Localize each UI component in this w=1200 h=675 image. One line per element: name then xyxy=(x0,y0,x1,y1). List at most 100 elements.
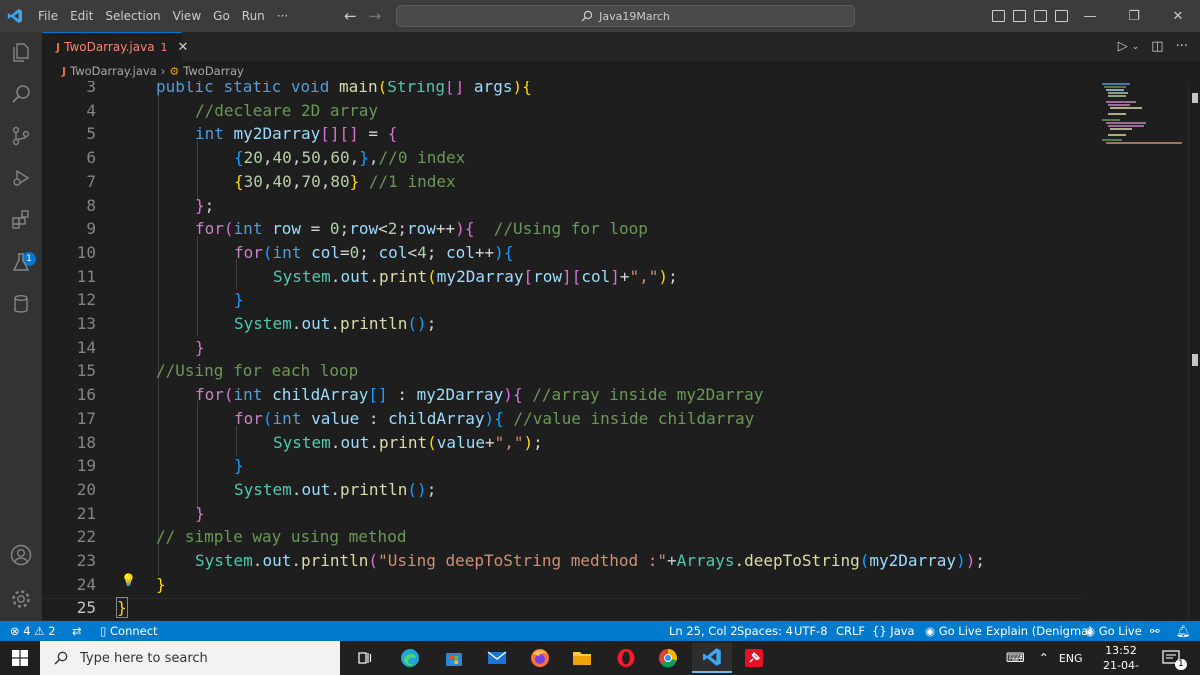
back-arrow-icon[interactable]: ← xyxy=(344,7,357,25)
action-center-icon[interactable]: 1 xyxy=(1162,641,1187,675)
pin-app-icon[interactable] xyxy=(734,643,774,673)
code-line: 11 System.out.print(my2Darray[row][col]+"… xyxy=(76,266,678,286)
more-actions-icon[interactable]: ··· xyxy=(1176,39,1188,54)
menu-bar: File Edit Selection View Go Run ··· xyxy=(32,0,294,32)
run-code-icon[interactable]: ▷ xyxy=(1118,39,1128,54)
menu-go[interactable]: Go xyxy=(207,0,236,32)
customize-layout-icon[interactable] xyxy=(1055,10,1068,22)
database-icon[interactable] xyxy=(0,284,42,324)
windows-taskbar: Type here to search ⌨ ⌃ ENG 13:52 21-04-… xyxy=(0,641,1200,675)
account-icon[interactable] xyxy=(0,535,42,575)
chevron-up-icon[interactable]: ⌃ xyxy=(1039,651,1049,665)
tab-twodarray-java[interactable]: J TwoDarray.java 1 ✕ xyxy=(42,32,188,61)
notification-count: 1 xyxy=(1175,659,1187,670)
go-live-button-2[interactable]: ◉ Go Live xyxy=(1085,621,1142,641)
menu-view[interactable]: View xyxy=(167,0,207,32)
go-live-button[interactable]: ◉ Go Live xyxy=(925,621,982,641)
menu-run[interactable]: Run xyxy=(236,0,271,32)
menu-edit[interactable]: Edit xyxy=(64,0,99,32)
code-line: 17 for(int value : childArray){ //value i… xyxy=(76,408,755,428)
vscode-taskbar-icon[interactable] xyxy=(692,643,732,673)
code-line: 18 System.out.print(value+","); xyxy=(76,432,543,452)
workspace-name: Java19March xyxy=(599,9,670,23)
code-line: 21} xyxy=(76,503,205,523)
close-window-button[interactable]: ✕ xyxy=(1156,0,1200,32)
broadcast-icon: ◉ xyxy=(925,624,936,638)
opera-icon[interactable] xyxy=(606,643,646,673)
chrome-icon[interactable] xyxy=(648,643,688,673)
search-placeholder: Type here to search xyxy=(80,650,208,666)
live-share-icon[interactable]: ⇄ xyxy=(72,621,82,641)
title-bar: File Edit Selection View Go Run ··· ← → … xyxy=(0,0,1200,32)
broadcast-icon: ◉ xyxy=(1085,624,1096,638)
explain-denigma[interactable]: Explain (Denigma) xyxy=(986,621,1093,641)
extensions-icon[interactable] xyxy=(0,200,42,240)
run-dropdown-icon[interactable]: ⌄ xyxy=(1132,42,1140,52)
source-control-icon[interactable] xyxy=(0,116,42,156)
problems-indicator[interactable]: ⊗ 4 ⚠ 2 xyxy=(10,621,56,641)
taskbar-search-input[interactable]: Type here to search xyxy=(40,641,340,675)
lightbulb-icon[interactable]: 💡 xyxy=(121,573,136,587)
status-bar: ⊗ 4 ⚠ 2 ⇄ ▯ Connect Ln 25, Col 2 Spaces:… xyxy=(0,621,1200,641)
minimap[interactable] xyxy=(1092,81,1188,621)
keyboard-icon[interactable]: ⌨ xyxy=(1006,651,1025,666)
minimize-button[interactable]: — xyxy=(1068,0,1112,32)
command-center-search[interactable]: Java19March xyxy=(396,5,855,27)
edge-browser-icon[interactable] xyxy=(390,643,430,673)
microsoft-store-icon[interactable] xyxy=(434,643,474,673)
warning-icon: ⚠ xyxy=(34,624,45,638)
menu-file[interactable]: File xyxy=(32,0,64,32)
forward-arrow-icon[interactable]: → xyxy=(369,7,382,25)
clock-time: 13:52 xyxy=(1105,644,1137,657)
class-symbol-icon: ⚙ xyxy=(169,64,180,78)
breadcrumb-symbol[interactable]: TwoDarray xyxy=(183,64,244,78)
run-debug-icon[interactable] xyxy=(0,158,42,198)
file-explorer-icon[interactable] xyxy=(562,643,602,673)
task-view-icon[interactable] xyxy=(345,643,385,673)
language-mode[interactable]: {} Java xyxy=(872,621,915,641)
explorer-icon[interactable] xyxy=(0,32,42,72)
windows-start-icon[interactable] xyxy=(0,641,40,675)
settings-gear-icon[interactable] xyxy=(0,579,42,619)
taskbar-clock[interactable]: 13:52 21-04-2023 xyxy=(1090,643,1152,675)
code-line: 10 for(int col=0; col<4; col++){ xyxy=(76,242,514,262)
java-file-icon: J xyxy=(56,40,61,54)
error-count: 4 xyxy=(23,624,31,638)
vertical-scrollbar[interactable] xyxy=(1188,81,1200,621)
chevron-right-icon: › xyxy=(160,64,166,78)
indentation[interactable]: Spaces: 4 xyxy=(737,621,793,641)
end-of-line[interactable]: CRLF xyxy=(836,621,865,641)
breadcrumb-file[interactable]: TwoDarray.java xyxy=(70,64,157,78)
toggle-panel-icon[interactable] xyxy=(1013,10,1026,22)
scrollbar-thumb[interactable] xyxy=(1192,93,1198,103)
code-line: 25} xyxy=(76,597,128,619)
tab-close-icon[interactable]: ✕ xyxy=(178,40,189,55)
code-line: 9 for(int row = 0;row<2;row++){ //Using f… xyxy=(86,219,648,239)
notifications-bell-icon[interactable]: 🔔︎ xyxy=(1176,621,1191,641)
code-line: 12} xyxy=(76,290,244,310)
search-view-icon[interactable] xyxy=(0,74,42,114)
cursor-position[interactable]: Ln 25, Col 2 xyxy=(669,621,738,641)
menu-selection[interactable]: Selection xyxy=(99,0,166,32)
split-editor-icon[interactable]: ◫ xyxy=(1151,39,1163,54)
code-line: 13 System.out.println(); xyxy=(76,314,437,333)
search-icon xyxy=(54,651,68,665)
firefox-icon[interactable] xyxy=(520,643,560,673)
code-editor[interactable]: 3 public static void main(String[] args){… xyxy=(42,81,1082,621)
tab-label: TwoDarray.java xyxy=(64,40,155,54)
code-line: 22// simple way using method xyxy=(76,527,407,547)
mail-icon[interactable] xyxy=(477,643,517,673)
connect-button[interactable]: ▯ Connect xyxy=(100,621,158,641)
toggle-secondary-sidebar-icon[interactable] xyxy=(1034,10,1047,22)
code-line: 14} xyxy=(76,337,205,357)
menu-more[interactable]: ··· xyxy=(271,0,294,32)
code-line: 16 for(int childArray[] : my2Darray){ //a… xyxy=(76,385,764,405)
restore-button[interactable]: ❐ xyxy=(1112,0,1156,32)
testing-flask-icon[interactable] xyxy=(0,242,42,282)
problems-count: 1 xyxy=(160,40,168,54)
accounts-icon[interactable]: ⚯ xyxy=(1150,621,1160,641)
toggle-primary-sidebar-icon[interactable] xyxy=(992,10,1005,22)
input-language[interactable]: ENG xyxy=(1059,652,1083,665)
error-icon: ⊗ xyxy=(10,624,20,638)
encoding[interactable]: UTF-8 xyxy=(794,621,828,641)
